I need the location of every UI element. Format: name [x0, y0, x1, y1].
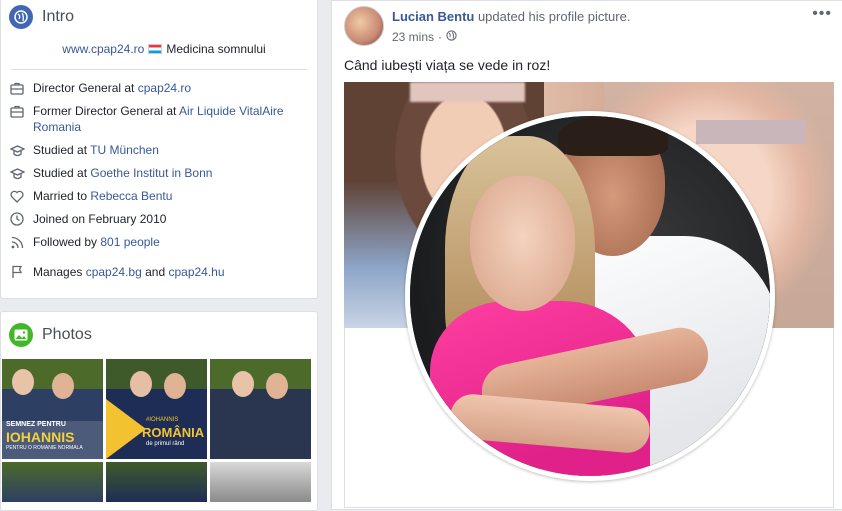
photo-caption: SEMNEZ PENTRU [6, 421, 66, 428]
link-followers[interactable]: 801 people [100, 235, 159, 249]
intro-header: Intro [1, 0, 317, 37]
left-column: Intro www.cpap24.ro Medicina somnului Di… [0, 0, 318, 511]
link-tu-munchen[interactable]: TU München [90, 143, 159, 157]
profile-picture-figure [470, 176, 575, 311]
intro-item-joined-text: Joined on February 2010 [33, 212, 167, 226]
flag-icon [9, 264, 25, 280]
photo-tile-5[interactable] [106, 462, 207, 502]
graduation-cap-icon [9, 142, 25, 158]
intro-item-education-1: Studied at TU München [1, 142, 317, 158]
post-header: Lucian Bentu updated his profile picture… [332, 1, 842, 46]
intro-card: Intro www.cpap24.ro Medicina somnului Di… [0, 0, 318, 299]
intro-item-prefix: Director General at [33, 81, 138, 95]
clock-icon [9, 211, 25, 227]
author-name-link[interactable]: Lucian Bentu [392, 9, 474, 24]
link-cpap24-bg[interactable]: cpap24.bg [86, 265, 142, 279]
intro-item-joined: Joined on February 2010 [1, 211, 317, 227]
profile-picture-figure [558, 116, 668, 156]
link-rebecca-bentu[interactable]: Rebecca Bentu [90, 189, 172, 203]
post-card: Lucian Bentu updated his profile picture… [331, 0, 842, 510]
profile-picture[interactable] [405, 111, 775, 481]
photo-caption: PENTRU O ROMANIE NORMALA [6, 445, 83, 451]
intro-divider [11, 69, 307, 70]
intro-item-prefix: Married to [33, 189, 91, 203]
globe-icon[interactable] [446, 30, 457, 44]
intro-item-education-2: Studied at Goethe Institut in Bonn [1, 165, 317, 181]
blurred-region [410, 82, 525, 102]
briefcase-icon [9, 80, 25, 96]
globe-icon [9, 5, 33, 29]
photo-tile-3[interactable] [210, 359, 311, 459]
intro-item-followers: Followed by 801 people [1, 234, 317, 250]
graduation-cap-icon [9, 165, 25, 181]
author-avatar[interactable] [344, 6, 384, 46]
link-goethe-institut[interactable]: Goethe Institut in Bonn [90, 166, 212, 180]
briefcase-icon [9, 103, 25, 119]
photo-grid: SEMNEZ PENTRU IOHANNIS PENTRU O ROMANIE … [2, 359, 318, 502]
intro-item-former-work: Former Director General at Air Liquide V… [1, 103, 317, 135]
rss-icon [9, 234, 25, 250]
photos-header: Photos [1, 312, 317, 358]
luxembourg-flag-icon [148, 44, 163, 54]
photo-tile-1[interactable]: SEMNEZ PENTRU IOHANNIS PENTRU O ROMANIE … [2, 359, 103, 459]
intro-item-manages: Manages cpap24.bg and cpap24.hu [1, 264, 317, 280]
photo-tile-2[interactable]: #IOHANNIS ROMÂNIA de primul rând [106, 359, 207, 459]
photo-caption: ROMÂNIA [142, 425, 205, 440]
photo-tile-6[interactable] [210, 462, 311, 502]
photos-card: Photos SEMNEZ PENTRU IOHANNIS PENTRU O R… [0, 311, 318, 511]
link-cpap24-ro[interactable]: cpap24.ro [138, 81, 191, 95]
intro-item-prefix: Former Director General at [33, 104, 180, 118]
post-timestamp[interactable]: 23 mins [392, 30, 434, 44]
website-link[interactable]: www.cpap24.ro [62, 42, 144, 56]
intro-item-prefix: Followed by [33, 235, 101, 249]
photos-title: Photos [42, 326, 92, 343]
post-text: Când iubești viața se vede in roz! [344, 57, 551, 73]
photos-icon [9, 323, 33, 347]
post-meta: Lucian Bentu updated his profile picture… [392, 6, 630, 46]
photo-caption: de primul rând [146, 441, 185, 447]
photo-tile-4[interactable] [2, 462, 103, 502]
photo-caption: #IOHANNIS [146, 417, 179, 423]
photo-caption: IOHANNIS [6, 429, 75, 445]
post-headline: Lucian Bentu updated his profile picture… [392, 9, 630, 24]
intro-item-conjunction: and [141, 265, 169, 279]
heart-icon [9, 188, 25, 204]
post-timestamp-row: 23 mins · [392, 30, 630, 44]
intro-item-relationship: Married to Rebecca Bentu [1, 188, 317, 204]
intro-item-prefix: Manages [33, 265, 86, 279]
more-options-icon[interactable]: ••• [812, 5, 832, 23]
intro-item-prefix: Studied at [33, 143, 91, 157]
intro-title: Intro [42, 8, 75, 25]
website-note: Medicina somnului [166, 42, 266, 56]
link-cpap24-hu[interactable]: cpap24.hu [168, 265, 224, 279]
website-line: www.cpap24.ro Medicina somnului [1, 42, 317, 56]
intro-item-prefix: Studied at [33, 166, 91, 180]
post-action: updated his profile picture. [474, 9, 631, 24]
intro-item-work: Director General at cpap24.ro [1, 80, 317, 96]
